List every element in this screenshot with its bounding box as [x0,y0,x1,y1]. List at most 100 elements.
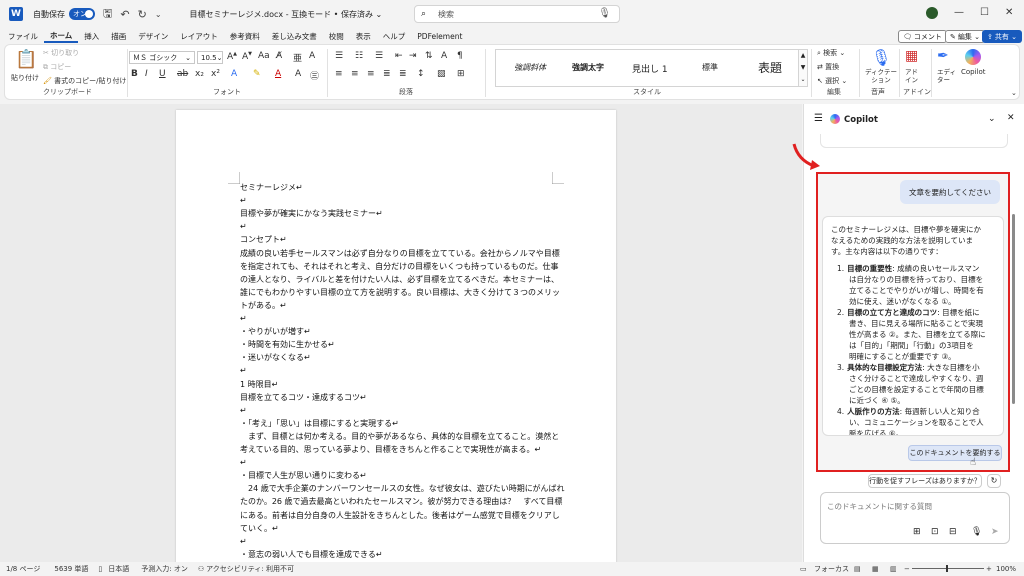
shading-icon[interactable]: ▧ [437,69,446,79]
zoom-level[interactable]: 100% [996,565,1016,573]
increase-indent-icon[interactable]: ⇥ [409,51,417,61]
summarize-suggestion-chip[interactable]: このドキュメントを要約する [908,445,1002,461]
chevron-down-icon[interactable]: ⌄ [1011,89,1017,97]
copy-button[interactable]: ⧉ コピー [43,62,71,72]
tab-design[interactable]: デザイン [132,31,174,42]
customize-quick-access-icon[interactable]: ⌄ [155,10,162,19]
copilot-button[interactable]: Copilot [961,68,986,76]
grow-font-icon[interactable]: A▲ [227,51,237,62]
document-page[interactable]: セミナーレジメ↵ ↵ 目標や夢が確実にかなう実践セミナー↵ ↵ コンセプト↵ 成績の良い若… [176,110,616,570]
tab-file[interactable]: ファイル [2,31,44,42]
tab-home[interactable]: ホーム [44,30,79,43]
font-color-icon[interactable]: A [275,69,281,79]
strikethrough-icon[interactable]: ab [177,69,188,79]
autosave-toggle[interactable]: オン [69,8,95,20]
character-border-icon[interactable]: A [309,51,315,61]
tab-mailings[interactable]: 差し込み文書 [266,31,323,42]
close-pane-icon[interactable]: ✕ [1007,113,1015,123]
prompt-guide-icon[interactable]: ⊡ [931,527,939,537]
paste-button[interactable]: 貼り付け [11,73,39,83]
align-right-icon[interactable]: ≡ [367,69,375,79]
zoom-slider[interactable] [912,568,984,569]
suggestion-chip[interactable]: 行動を促すフレーズはありますか？ [868,474,982,488]
read-mode-icon[interactable]: ▤ [854,565,861,573]
tab-view[interactable]: 表示 [350,31,377,42]
comment-button[interactable]: 🗨 コメント [898,30,947,43]
document-title[interactable]: 目標セミナーレジメ.docx - 互換モード • 保存済み ⌄ [190,9,383,20]
save-icon[interactable]: 🖫 [103,5,112,24]
find-button[interactable]: ⌕ 検索 ⌄ [817,48,845,58]
microphone-icon[interactable]: 🎙 [598,8,611,19]
style-strong[interactable]: 強調太字 [572,62,604,73]
proofing-icon[interactable]: ▯ [98,565,102,573]
copilot-icon[interactable] [965,49,981,65]
multilevel-list-icon[interactable]: ☰ [375,51,383,61]
character-shading-icon[interactable]: A [295,69,301,79]
decrease-indent-icon[interactable]: ⇤ [395,51,403,61]
microphone-icon[interactable]: 🎙 [971,527,982,537]
text-effects-icon[interactable]: A [231,69,237,79]
bold-icon[interactable]: B [131,69,138,79]
replace-button[interactable]: ⇄ 置換 [817,62,839,72]
focus-icon[interactable]: ▭ [800,565,807,573]
distributed-icon[interactable]: ≣ [399,69,407,79]
style-title[interactable]: 表題 [758,59,782,76]
style-heading-1[interactable]: 見出し 1 [632,62,668,75]
editor-button[interactable]: エディター [937,68,957,84]
redo-icon[interactable]: ↻ [138,8,147,21]
format-painter-button[interactable]: 🖌 書式のコピー/貼り付け [43,76,126,86]
menu-icon[interactable]: ☰ [814,113,823,124]
select-button[interactable]: ↖ 選択 ⌄ [817,76,847,86]
tab-references[interactable]: 参考資料 [224,31,266,42]
borders-icon[interactable]: ⊞ [457,69,465,79]
predictive-text[interactable]: 予測入力: オン [141,564,188,574]
cut-button[interactable]: ✂ 切り取り [43,48,79,58]
avatar[interactable] [926,7,938,19]
tab-review[interactable]: 校閲 [323,31,350,42]
send-icon[interactable]: ➤ [991,527,999,537]
line-spacing-icon[interactable]: ↕ [417,69,425,79]
subscript-icon[interactable]: x₂ [195,69,204,79]
align-center-icon[interactable]: ≡ [351,69,359,79]
tab-draw[interactable]: 描画 [105,31,132,42]
microphone-icon[interactable]: 🎙 [871,48,891,67]
asian-layout-icon[interactable]: A [441,51,447,61]
close-icon[interactable]: ✕ [1005,7,1013,18]
numbering-icon[interactable]: ☷ [355,51,363,61]
refresh-icon[interactable]: ↻ [987,474,1001,488]
font-name-select[interactable]: ＭＳ ゴシック ⌄ [129,51,195,64]
zoom-in-icon[interactable]: + [986,565,992,573]
word-count[interactable]: 5639 単語 [54,564,88,574]
enclose-characters-icon[interactable]: ㊂ [310,69,319,82]
clear-formatting-icon[interactable]: A̸ [276,51,282,61]
style-subtle-emphasis[interactable]: 強調斜体 [514,62,546,73]
italic-icon[interactable]: I [145,69,148,79]
gallery-scroll[interactable]: ▲ ▼ ⌄ [799,49,808,87]
superscript-icon[interactable]: x² [211,69,220,79]
accessibility-status[interactable]: アクセシビリティ: 利用不可 [206,564,294,574]
highlight-icon[interactable]: ✎ [253,69,261,79]
align-left-icon[interactable]: ≡ [335,69,343,79]
library-icon[interactable]: ⊟ [949,527,957,537]
style-normal[interactable]: 標準 [702,62,718,73]
search-box[interactable]: ⌕ 検索 🎙 [414,5,620,23]
print-layout-icon[interactable]: ▦ [872,565,879,573]
bullets-icon[interactable]: ☰ [335,51,343,61]
maximize-icon[interactable]: ☐ [980,7,989,18]
scrollbar[interactable] [1012,214,1015,404]
chat-input-box[interactable]: このドキュメントに関する質問 ⊞ ⊡ ⊟ 🎙 ➤ [820,492,1010,544]
paste-icon[interactable]: 📋 [15,49,37,70]
show-marks-icon[interactable]: ¶ [457,51,463,61]
web-layout-icon[interactable]: ▥ [890,565,897,573]
dictate-button[interactable]: ディクテーション [863,68,899,84]
tab-layout[interactable]: レイアウト [174,31,224,42]
share-button[interactable]: ⇪ 共有 ⌄ [982,30,1022,43]
tab-help[interactable]: ヘルプ [377,31,412,42]
attach-icon[interactable]: ⊞ [913,527,921,537]
shrink-font-icon[interactable]: A▼ [242,51,252,62]
page-count[interactable]: 1/8 ページ [6,564,40,574]
minimize-icon[interactable]: — [954,7,964,18]
tab-insert[interactable]: 挿入 [78,31,105,42]
edit-mode-button[interactable]: ✎ 編集 ⌄ [945,30,985,43]
search-input[interactable]: 検索 [438,9,454,20]
